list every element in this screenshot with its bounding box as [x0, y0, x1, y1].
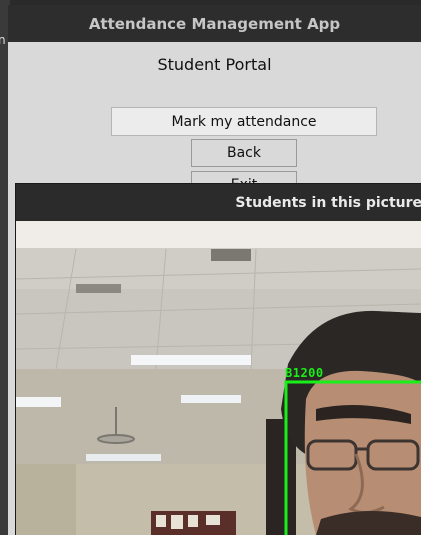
back-button[interactable]: Back [191, 139, 297, 167]
dialog-titlebar[interactable]: Students in this picture [16, 184, 421, 221]
students-dialog: Students in this picture B1200 [16, 184, 421, 535]
mark-attendance-button[interactable]: Mark my attendance [111, 107, 377, 136]
background-text-fragment: n [0, 33, 6, 47]
camera-photo: B1200 [16, 249, 421, 535]
detected-student-label: B1200 [285, 366, 324, 380]
main-window-title: Attendance Management App [88, 14, 341, 33]
dialog-title: Students in this picture [235, 194, 421, 211]
dialog-toolbar [16, 221, 421, 249]
main-window-titlebar[interactable]: Attendance Management App [8, 5, 421, 42]
page-title: Student Portal [157, 55, 272, 74]
